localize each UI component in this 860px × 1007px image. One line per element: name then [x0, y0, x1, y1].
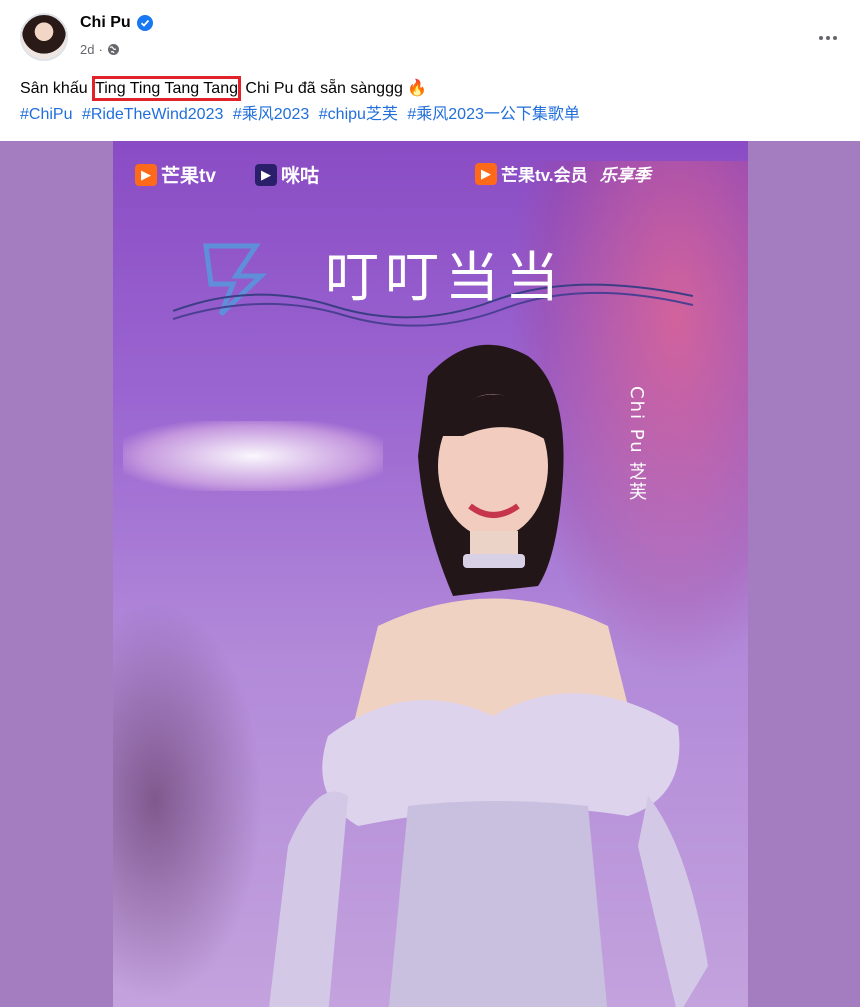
- mango-tv-icon: ▶: [135, 163, 157, 186]
- author-row: Chi Pu: [80, 14, 153, 32]
- singer-figure: [269, 344, 708, 1007]
- singer-name-vertical: Chi Pu 芝芙: [626, 386, 647, 503]
- hashtag-link[interactable]: #乘风2023一公下集歌单: [407, 106, 580, 123]
- post-meta: 2d ·: [80, 42, 120, 57]
- meta-separator: ·: [98, 42, 103, 57]
- highlighted-song-name: Ting Ting Tang Tang: [92, 76, 241, 101]
- verified-badge-icon: [136, 15, 153, 31]
- mango-tv-logo: ▶ 芒果tv: [135, 161, 216, 188]
- song-title: 叮叮当当: [325, 246, 565, 309]
- post-header: Chi Pu 2d ·: [16, 10, 844, 68]
- hashtag-list: #ChiPu #RideTheWind2023 #乘风2023 #chipu芝芙…: [20, 104, 585, 126]
- hashtag-link[interactable]: #ChiPu: [20, 106, 72, 123]
- author-name[interactable]: Chi Pu: [80, 14, 131, 32]
- author-avatar[interactable]: [20, 13, 68, 61]
- poster-image[interactable]: ▶ 芒果tv ▶ 咪咕 ▶ 芒果tv.会员 乐享季 叮叮当当 Chi Pu 芝芙: [113, 141, 748, 1007]
- post-caption: Sân khấu Ting Ting Tang Tang Chi Pu đã s…: [20, 76, 428, 101]
- more-options-icon[interactable]: [812, 22, 844, 54]
- migu-icon: ▶: [255, 163, 277, 186]
- mango-tv-icon: ▶: [475, 162, 497, 185]
- post-time[interactable]: 2d: [80, 42, 94, 57]
- caption-suffix: Chi Pu đã sẵn sànggg: [240, 80, 408, 97]
- post-media[interactable]: ▶ 芒果tv ▶ 咪咕 ▶ 芒果tv.会员 乐享季 叮叮当当 Chi Pu 芝芙: [0, 141, 860, 1007]
- hashtag-link[interactable]: #乘风2023: [233, 106, 310, 123]
- globe-icon[interactable]: [107, 43, 120, 56]
- fire-emoji-icon: 🔥: [407, 80, 428, 97]
- hashtag-link[interactable]: #chipu芝芙: [319, 106, 398, 123]
- migu-logo: ▶ 咪咕: [255, 161, 319, 188]
- hashtag-link[interactable]: #RideTheWind2023: [82, 106, 223, 123]
- mango-tv-member-logo: ▶ 芒果tv.会员 乐享季: [475, 161, 651, 186]
- caption-prefix: Sân khấu: [20, 80, 93, 97]
